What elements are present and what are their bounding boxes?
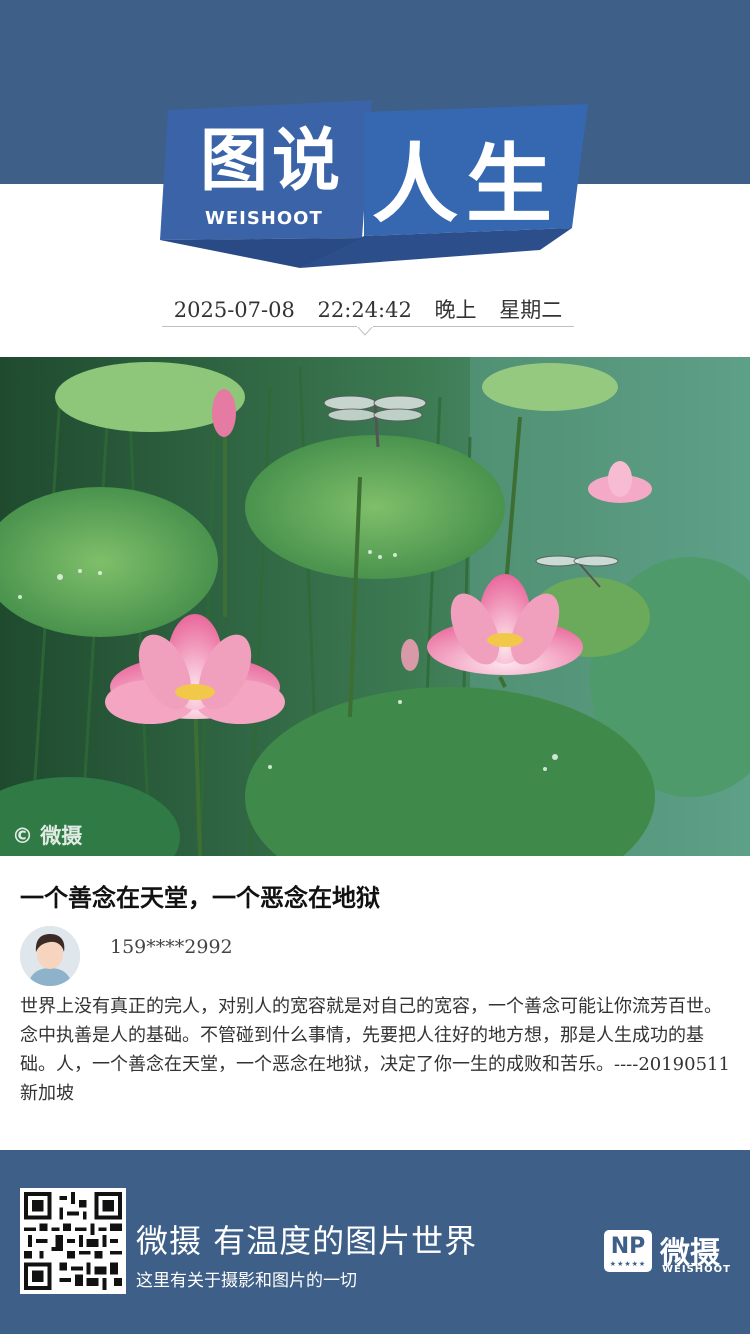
username[interactable]: 159****2992 [110, 936, 233, 958]
post-body: 世界上没有真正的完人，对别人的宽容就是对自己的宽容，一个善念可能让你流芳百世。念… [20, 996, 730, 1104]
lotus-illustration [0, 357, 750, 856]
logo-subtitle: WEISHOOT [205, 208, 323, 229]
photo-watermark: © 微摄 [12, 824, 83, 848]
datetime-row: 2025-07-08 22:24:42 晚上 星期二 [162, 294, 574, 324]
logo-title-right: 人生 [372, 134, 560, 235]
np-logo-text: NP [610, 1234, 646, 1259]
lotus-photo[interactable] [0, 357, 750, 856]
np-logo-stars: ★★★★★ [609, 1260, 647, 1268]
np-logo-badge: NP ★★★★★ [604, 1230, 652, 1272]
logo-title-left: 图说 [200, 122, 345, 201]
qr-code-icon [24, 1192, 122, 1290]
avatar-person-icon [20, 926, 80, 986]
divider-caret [357, 326, 373, 336]
period-text: 晚上 [434, 298, 477, 322]
time-text: 22:24:42 [317, 298, 412, 322]
date-text: 2025-07-08 [173, 298, 295, 322]
qr-code[interactable] [20, 1188, 126, 1294]
footer-tagline: 这里有关于摄影和图片的一切 [136, 1271, 357, 1291]
footer-slogan: 微摄 有温度的图片世界 [136, 1222, 478, 1260]
user-avatar[interactable] [20, 926, 80, 986]
brand-name-en: WEISHOOT [662, 1264, 731, 1275]
post-title: 一个善念在天堂，一个恶念在地狱 [20, 883, 380, 912]
weekday-text: 星期二 [499, 298, 563, 322]
